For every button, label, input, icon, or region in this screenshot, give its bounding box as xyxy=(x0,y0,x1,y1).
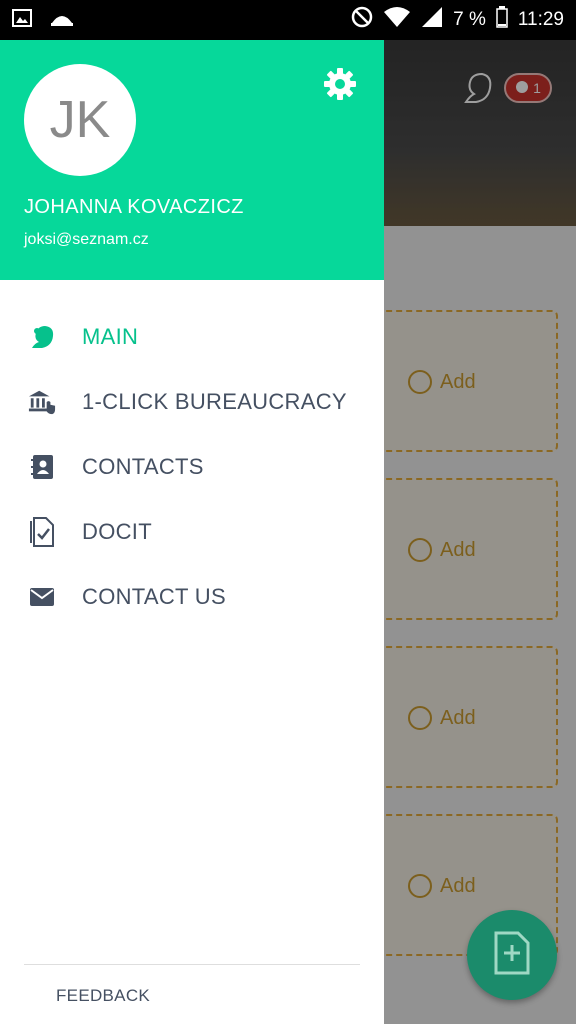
menu-label: CONTACT US xyxy=(82,583,226,609)
document-plus-icon xyxy=(492,931,532,980)
feedback-link[interactable]: FEEDBACK xyxy=(56,986,150,1006)
envelope-icon xyxy=(28,583,56,611)
battery-icon xyxy=(496,6,508,34)
user-name: JOHANNA KOVACZICZ xyxy=(24,196,244,218)
status-bar: 7 % 11:29 xyxy=(0,0,576,40)
avatar-initials: JK xyxy=(49,91,111,149)
menu-label: MAIN xyxy=(82,323,139,349)
avatar[interactable]: JK xyxy=(24,64,136,176)
signal-icon xyxy=(421,6,443,34)
menu-label: CONTACTS xyxy=(82,453,204,479)
battery-text: 7 % xyxy=(453,9,486,30)
gear-icon[interactable] xyxy=(322,66,358,102)
menu-label: DOCIT xyxy=(82,518,152,544)
divider xyxy=(24,964,360,965)
clock: 11:29 xyxy=(517,9,564,30)
menu-item-1-click-bureaucracy[interactable]: 1-CLICK BUREAUCRACY xyxy=(0,369,384,434)
drawer-header: JK JOHANNA KOVACZICZ joksi@seznam.cz xyxy=(0,40,384,280)
dome-icon xyxy=(50,9,74,32)
menu-item-docit[interactable]: DOCIT xyxy=(0,499,384,564)
bank-click-icon xyxy=(28,388,56,416)
menu-label: 1-CLICK BUREAUCRACY xyxy=(82,388,347,414)
new-document-fab[interactable] xyxy=(467,910,557,1000)
do-not-disturb-icon xyxy=(351,6,373,34)
menu-item-contacts[interactable]: CONTACTS xyxy=(0,434,384,499)
menu-item-contact-us[interactable]: CONTACT US xyxy=(0,564,384,629)
user-email: joksi@seznam.cz xyxy=(24,231,149,248)
document-check-icon xyxy=(28,516,56,547)
menu-item-main[interactable]: MAIN xyxy=(0,304,384,369)
drawer-menu: MAIN 1-CLICK BUREAUCRACY CONTACTS DOCIT … xyxy=(0,304,384,629)
navigation-drawer: JK JOHANNA KOVACZICZ joksi@seznam.cz MAI… xyxy=(0,40,384,1024)
image-icon xyxy=(12,8,32,33)
squirrel-icon xyxy=(28,323,56,351)
wifi-icon xyxy=(383,6,411,34)
contacts-book-icon xyxy=(28,453,56,481)
